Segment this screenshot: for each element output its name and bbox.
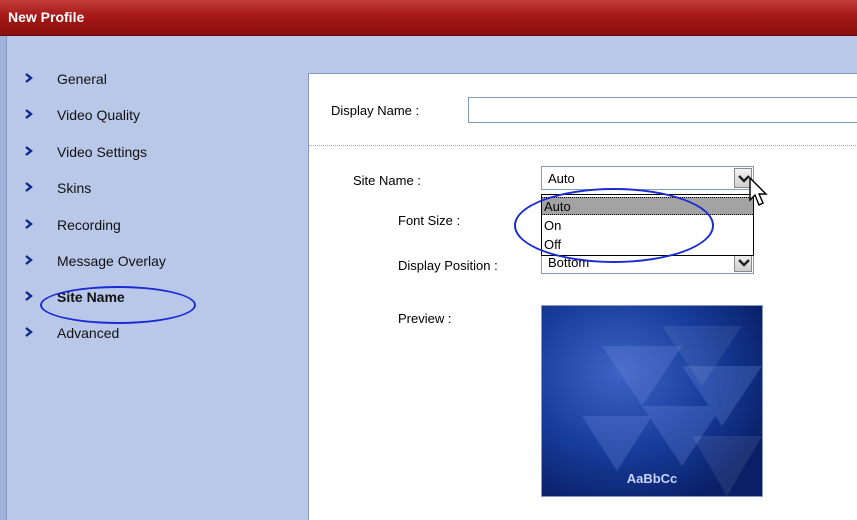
chevron-right-icon <box>24 107 36 123</box>
chevron-right-icon <box>24 253 36 269</box>
chevron-right-icon <box>24 144 36 160</box>
sidebar-item-label: Recording <box>57 217 121 233</box>
sidebar-item-video-quality[interactable]: Video Quality <box>18 106 258 128</box>
display-name-label: Display Name : <box>331 103 420 118</box>
frame-left-border <box>0 36 7 520</box>
annotation-highlight-ellipse <box>40 286 196 324</box>
sidebar-item-label: General <box>57 71 107 87</box>
chevron-right-icon <box>24 180 36 196</box>
sidebar-item-label: Advanced <box>57 325 120 341</box>
sidebar-item-general[interactable]: General <box>18 70 258 92</box>
chevron-right-icon <box>24 325 36 341</box>
sidebar-item-advanced[interactable]: Advanced <box>18 324 258 346</box>
annotation-highlight-ellipse <box>514 188 714 263</box>
chevron-right-icon <box>24 289 36 305</box>
preview-image: AaBbCc <box>541 305 763 497</box>
preview-background <box>542 306 762 496</box>
preview-sample-text: AaBbCc <box>626 471 678 486</box>
chevron-right-icon <box>24 71 36 87</box>
window-title: New Profile <box>8 9 85 25</box>
title-bar: New Profile <box>0 0 857 36</box>
preview-label: Preview : <box>398 311 452 326</box>
mouse-cursor-icon <box>749 176 768 206</box>
sidebar-item-label: Message Overlay <box>57 253 166 269</box>
site-name-select-value: Auto <box>548 171 575 186</box>
sidebar-item-video-settings[interactable]: Video Settings <box>18 143 258 165</box>
sidebar-item-label: Video Settings <box>57 144 148 160</box>
display-position-label: Display Position : <box>398 258 498 273</box>
sidebar-item-skins[interactable]: Skins <box>18 179 258 201</box>
font-size-label: Font Size : <box>398 213 461 228</box>
chevron-down-icon <box>738 259 750 267</box>
site-name-label: Site Name : <box>353 173 421 188</box>
sidebar-item-label: Skins <box>57 180 92 196</box>
sidebar-item-recording[interactable]: Recording <box>18 216 258 238</box>
sidebar-item-message-overlay[interactable]: Message Overlay <box>18 252 258 274</box>
chevron-right-icon <box>24 217 36 233</box>
display-name-field[interactable] <box>468 97 857 123</box>
site-name-select[interactable]: Auto <box>541 166 754 190</box>
sidebar-item-label: Video Quality <box>57 107 141 123</box>
